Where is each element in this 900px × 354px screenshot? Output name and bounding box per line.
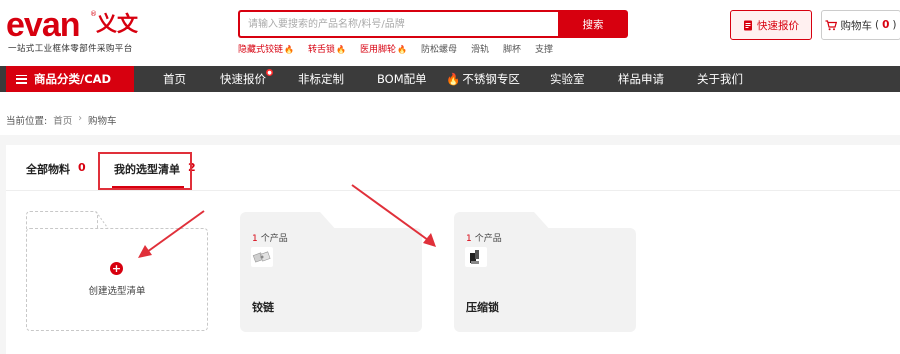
fire-icon: 🔥 — [284, 45, 294, 54]
fire-icon: 🔥 — [396, 45, 407, 54]
fire-icon: 🔥 — [446, 72, 461, 86]
create-list-label[interactable]: 创建选型清单 — [26, 283, 208, 297]
menu-icon — [16, 74, 27, 84]
hot-word[interactable]: 隐藏式铰链🔥 — [238, 42, 294, 55]
cart-button[interactable]: 购物车(0) — [821, 10, 900, 40]
hot-word[interactable]: 医用脚轮🔥 — [360, 42, 407, 55]
cart-label: 购物车 — [840, 19, 872, 32]
hot-word[interactable]: 转舌锁🔥 — [308, 42, 346, 55]
breadcrumb-prefix: 当前位置: — [6, 116, 48, 127]
nav-item-lab[interactable]: 实验室 — [550, 66, 585, 92]
tab-all-materials[interactable]: 全部物料 0 — [26, 161, 86, 177]
search-input[interactable] — [240, 12, 558, 37]
hot-word[interactable]: 防松螺母 — [421, 42, 457, 55]
list-name: 铰链 — [252, 301, 274, 314]
page: evan ® 义文 一站式工业框体零部件采购平台 搜索 隐藏式铰链🔥 转舌锁🔥 … — [0, 0, 900, 354]
list-name: 压缩锁 — [466, 301, 499, 314]
nav-item-about[interactable]: 关于我们 — [697, 66, 743, 92]
create-list-card[interactable] — [26, 228, 208, 331]
cart-count: 0 — [882, 19, 890, 31]
nav-item-stainless[interactable]: 🔥 不锈钢专区 — [446, 66, 520, 92]
plus-icon[interactable]: + — [110, 262, 123, 275]
product-count: 1 个产品 — [252, 234, 288, 244]
annotation-highlight-box — [98, 152, 192, 190]
create-card-tab-slope — [96, 211, 109, 229]
selection-list-card[interactable]: 1 个产品 铰链 — [240, 212, 422, 332]
tab-count: 0 — [78, 161, 86, 174]
hinge-icon — [252, 251, 271, 263]
search-box — [238, 10, 558, 38]
nav-item-quick-quote[interactable]: 快速报价 ● — [220, 66, 273, 92]
breadcrumb-current: 购物车 — [88, 116, 117, 127]
compression-latch-thumbnail — [465, 247, 487, 267]
hot-word[interactable]: 滑轨 — [471, 42, 489, 55]
main-nav: 商品分类/CAD 首页 快速报价 ● 非标定制 BOM配单 🔥 不锈钢专区 实验室… — [0, 66, 900, 92]
selection-list-card[interactable]: 1 个产品 压缩锁 — [454, 212, 636, 332]
create-card-tab — [26, 211, 98, 229]
logo[interactable]: evan ® 义文 一站式工业框体零部件采购平台 — [6, 6, 156, 54]
logo-chinese: 义文 — [96, 12, 138, 36]
cart-icon — [825, 19, 838, 30]
product-count: 1 个产品 — [466, 234, 502, 244]
breadcrumb-home[interactable]: 首页 — [53, 113, 72, 127]
quick-quote-label: 快速报价 — [757, 19, 799, 32]
hot-word[interactable]: 支撑 — [535, 42, 553, 55]
hot-word[interactable]: 脚杯 — [503, 42, 521, 55]
header: evan ® 义文 一站式工业框体零部件采购平台 搜索 隐藏式铰链🔥 转舌锁🔥 … — [0, 0, 900, 66]
compression-latch-icon — [470, 250, 479, 264]
hot-words: 隐藏式铰链🔥 转舌锁🔥 医用脚轮🔥 防松螺母 滑轨 脚杯 支撑 — [238, 42, 567, 55]
quick-quote-button[interactable]: 快速报价 — [730, 10, 812, 40]
new-badge: ● — [266, 69, 273, 76]
quote-doc-icon — [744, 20, 752, 30]
logo-tagline: 一站式工业框体零部件采购平台 — [8, 44, 133, 54]
chevron-right-icon: › — [78, 113, 83, 124]
category-menu-button[interactable]: 商品分类/CAD — [6, 66, 134, 92]
fire-icon: 🔥 — [336, 45, 346, 54]
nav-item-bom[interactable]: BOM配单 — [377, 66, 427, 92]
breadcrumb: 当前位置: 首页 › 购物车 — [6, 113, 117, 127]
nav-item-custom[interactable]: 非标定制 — [298, 66, 344, 92]
search-button[interactable]: 搜索 — [558, 10, 628, 38]
category-label: 商品分类/CAD — [34, 72, 112, 86]
nav-item-samples[interactable]: 样品申请 — [618, 66, 664, 92]
hinge-product-thumbnail — [251, 247, 273, 267]
nav-item-home[interactable]: 首页 — [163, 66, 186, 92]
logo-wordmark: evan — [6, 6, 80, 44]
